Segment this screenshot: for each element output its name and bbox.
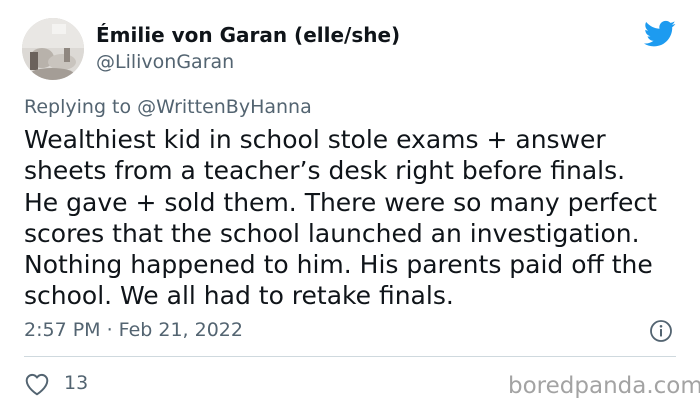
tweet-body: Wealthiest kid in school stole exams + a…	[24, 124, 684, 312]
reply-prefix: Replying to	[24, 96, 138, 118]
author-name[interactable]: Émilie von Garan (elle/she)	[96, 22, 400, 48]
tweet-line: sheets from a teacher’s desk right befor…	[24, 156, 626, 186]
avatar[interactable]	[22, 18, 84, 80]
tweet-line: Nothing happened to him. His parents pai…	[24, 250, 653, 280]
like-count: 13	[64, 372, 89, 394]
heart-icon[interactable]	[24, 372, 50, 396]
watermark: boredpanda.com	[508, 373, 700, 399]
twitter-bird-icon[interactable]	[644, 20, 676, 48]
tweet-timestamp[interactable]: 2:57 PM · Feb 21, 2022	[24, 318, 243, 342]
reply-mention-link[interactable]: @WrittenByHanna	[137, 96, 312, 118]
tweet-line: school. We all had to retake finals.	[24, 281, 454, 311]
tweet-line: He gave + sold them. There were so many …	[24, 187, 657, 217]
tweet-line: scores that the school launched an inves…	[24, 218, 640, 248]
info-icon[interactable]	[649, 319, 673, 343]
divider	[24, 356, 676, 357]
avatar-photo	[22, 18, 84, 80]
replying-to: Replying to @WrittenByHanna	[24, 94, 312, 120]
tweet-line: Wealthiest kid in school stole exams + a…	[24, 125, 606, 154]
author-handle[interactable]: @LilivonGaran	[96, 50, 234, 74]
